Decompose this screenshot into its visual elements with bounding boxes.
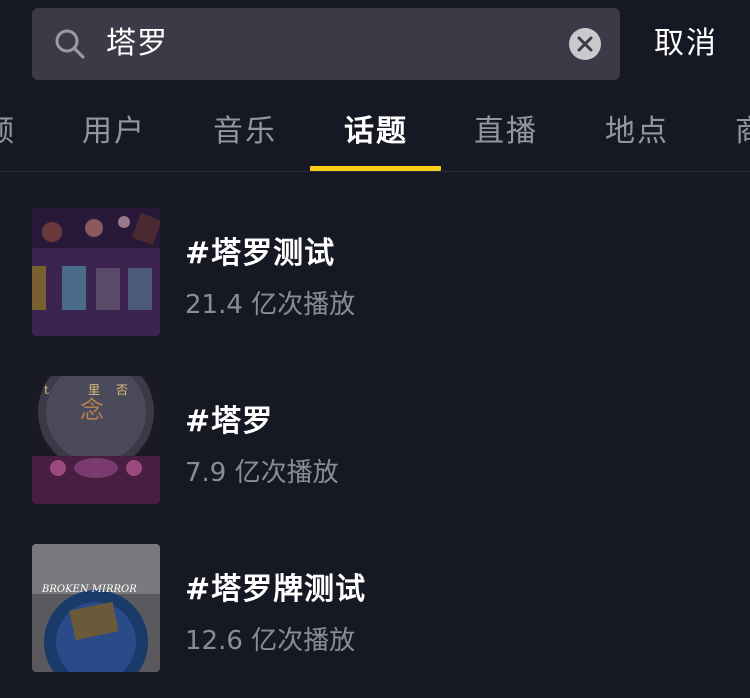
thumb-glyph: t: [44, 383, 49, 397]
tab-videos[interactable]: 频: [0, 88, 16, 172]
tab-music[interactable]: 音乐: [213, 88, 277, 172]
topic-title: #塔罗: [185, 404, 274, 439]
topic-play-count: 7.9 亿次播放: [185, 458, 339, 488]
topic-thumbnail: BROKEN MIRROR: [32, 544, 160, 672]
cancel-button[interactable]: 取消: [654, 0, 718, 88]
search-input[interactable]: 塔罗: [32, 8, 620, 80]
tabs-divider: [0, 171, 750, 172]
search-query-text: 塔罗: [106, 26, 168, 61]
thumb-caption: BROKEN MIRROR: [41, 584, 137, 595]
tab-live[interactable]: 直播: [474, 88, 538, 172]
close-icon: [577, 36, 593, 52]
tab-places[interactable]: 地点: [605, 88, 669, 172]
topic-title: #塔罗测试: [185, 236, 336, 271]
topic-item[interactable]: t 里 否 念 #塔罗 7.9 亿次播放: [0, 376, 750, 504]
topic-title: #塔罗牌测试: [185, 572, 367, 607]
topic-thumbnail: [32, 208, 160, 336]
result-type-tabs: 频 用户 音乐 话题 直播 地点 商: [0, 88, 750, 172]
thumb-glyph: 里: [88, 383, 100, 397]
search-icon: [55, 29, 85, 59]
thumb-glyph: 否: [116, 383, 128, 397]
search-header: 塔罗 取消: [0, 0, 750, 88]
tab-users[interactable]: 用户: [82, 88, 146, 172]
search-results-page: 塔罗 取消 频 用户 音乐 话题 直播 地点 商: [0, 0, 750, 698]
topic-item[interactable]: BROKEN MIRROR #塔罗牌测试 12.6 亿次播放: [0, 544, 750, 672]
thumb-glyph: 念: [80, 396, 104, 424]
tab-products[interactable]: 商: [735, 88, 750, 172]
topic-play-count: 12.6 亿次播放: [185, 626, 356, 656]
topic-thumbnail: t 里 否 念: [32, 376, 160, 504]
tab-topics[interactable]: 话题: [344, 88, 408, 172]
topic-play-count: 21.4 亿次播放: [185, 290, 356, 320]
clear-search-button[interactable]: [569, 28, 601, 60]
topic-item[interactable]: #塔罗测试 21.4 亿次播放: [0, 208, 750, 336]
